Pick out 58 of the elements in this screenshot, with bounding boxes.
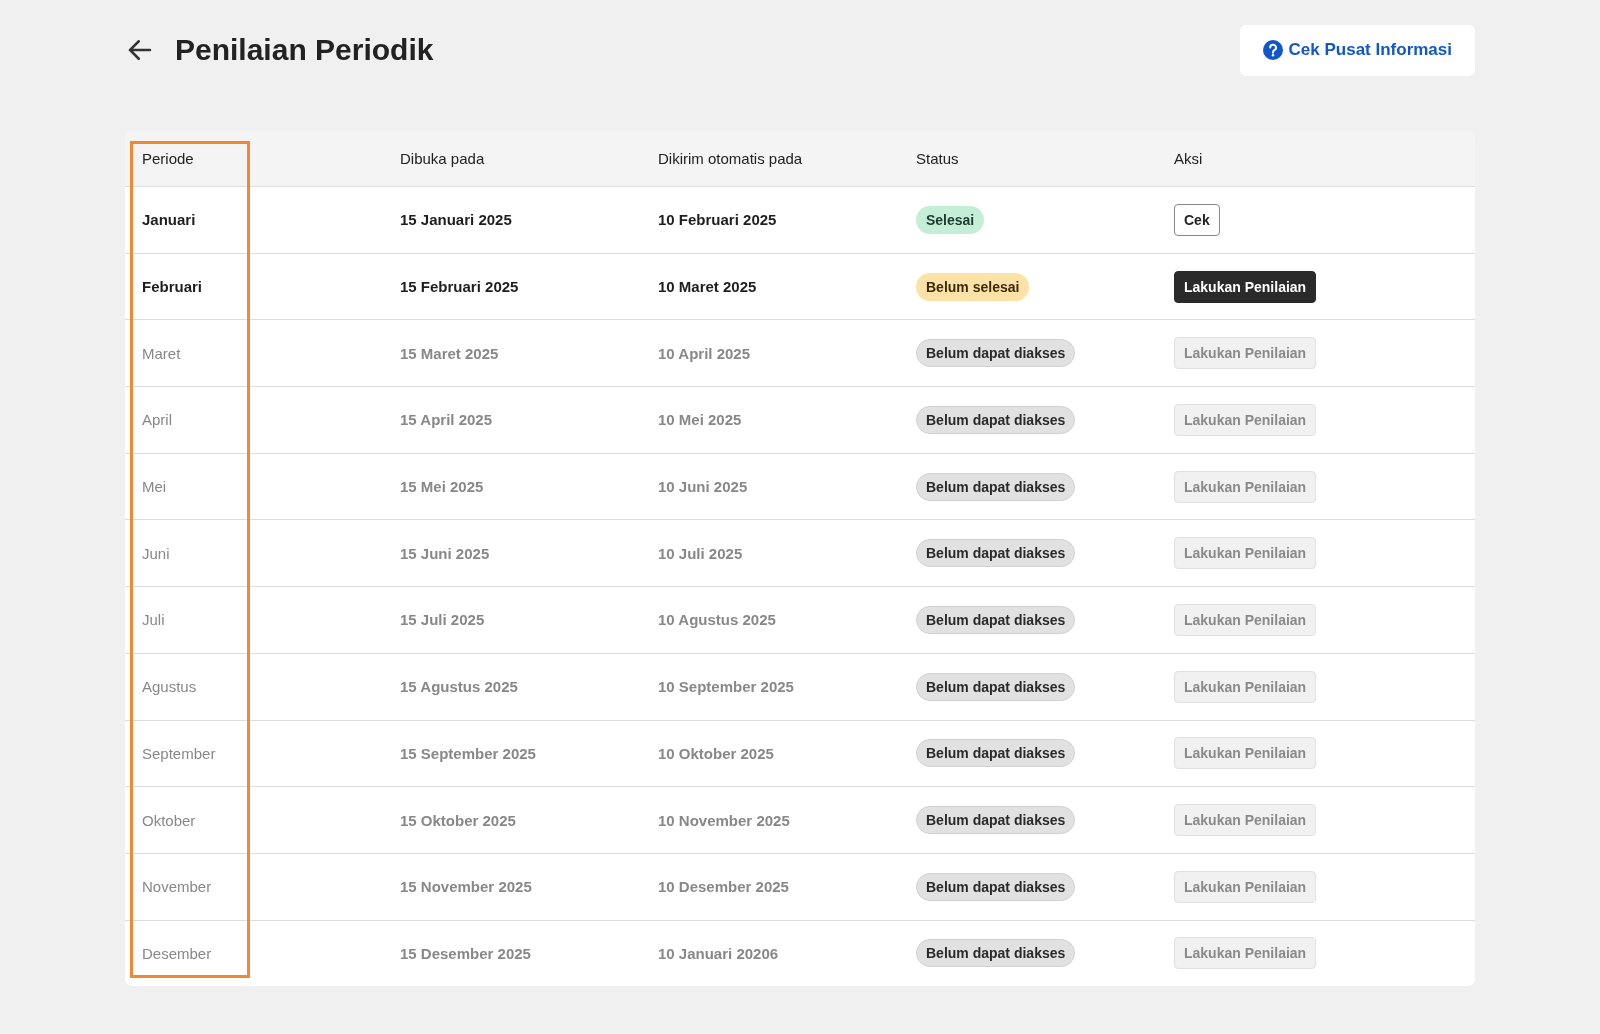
status-badge: Belum selesai <box>916 272 1030 301</box>
period-cell-text: Januari <box>142 211 197 229</box>
period-cell-text: Februari <box>142 278 203 296</box>
date-cell-text: 15 Juli 2025 <box>400 611 486 629</box>
period-cell-text: November <box>142 878 213 896</box>
date-cell-text: 15 Mei 2025 <box>400 478 485 496</box>
date-cell-text: 10 Agustus 2025 <box>658 611 777 629</box>
date-cell-text: 15 November 2025 <box>400 878 533 896</box>
check-button[interactable]: Cek <box>1174 203 1220 236</box>
date-cell-text: 15 Juni 2025 <box>400 544 491 562</box>
period-cell-text: September <box>142 744 217 762</box>
date-cell-text: 15 April 2025 <box>400 411 493 429</box>
status-badge: Belum dapat diakses <box>916 872 1076 901</box>
date-cell-text: 10 September 2025 <box>658 678 795 696</box>
date-cell-text: 15 September 2025 <box>400 744 537 762</box>
status-badge: Belum dapat diakses <box>916 339 1076 368</box>
date-cell-text: 15 Agustus 2025 <box>400 678 519 696</box>
period-cell-text: Agustus <box>142 678 198 696</box>
help-icon <box>1262 40 1283 60</box>
date-cell-text: 15 Oktober 2025 <box>400 811 517 829</box>
status-badge: Belum dapat diakses <box>916 806 1076 835</box>
date-cell-text: 10 Juli 2025 <box>658 544 744 562</box>
status-badge: Selesai <box>916 205 985 234</box>
date-cell-text: 15 Desember 2025 <box>400 944 532 962</box>
date-cell-text: 15 Februari 2025 <box>400 278 520 296</box>
status-badge: Belum dapat diakses <box>916 539 1076 568</box>
date-cell-text: 10 April 2025 <box>658 344 751 362</box>
date-cell-text: 10 Maret 2025 <box>658 278 758 296</box>
page-title: Penilaian Periodik <box>175 33 434 67</box>
date-cell-text: 10 Juni 2025 <box>658 478 749 496</box>
help-center-button[interactable]: Cek Pusat Informasi <box>1239 24 1475 76</box>
status-badge: Belum dapat diakses <box>916 472 1076 501</box>
date-cell-text: 10 Mei 2025 <box>658 411 743 429</box>
date-cell-text: 10 November 2025 <box>658 811 791 829</box>
date-cell-text: 15 Januari 2025 <box>400 211 513 229</box>
status-badge: Belum dapat diakses <box>916 672 1076 701</box>
period-cell-text: Juli <box>142 611 166 629</box>
period-cell-text: Juni <box>142 544 171 562</box>
status-badge: Belum dapat diakses <box>916 739 1076 768</box>
period-cell-text: Mei <box>142 478 168 496</box>
status-badge: Belum dapat diakses <box>916 939 1076 968</box>
column-header: Periode <box>142 149 195 167</box>
period-cell-text: Maret <box>142 344 182 362</box>
assess-button[interactable]: Lakukan Penilaian <box>1174 270 1317 303</box>
status-badge: Belum dapat diakses <box>916 605 1076 634</box>
date-cell-text: 10 Oktober 2025 <box>658 744 775 762</box>
date-cell-text: 10 Januari 20206 <box>658 944 780 962</box>
column-header: Dikirim otomatis pada <box>658 149 804 167</box>
column-header: Aksi <box>1174 149 1204 167</box>
column-header: Status <box>916 149 960 167</box>
period-cell-text: Desember <box>142 944 213 962</box>
status-badge: Belum dapat diakses <box>916 405 1076 434</box>
date-cell-text: 10 Februari 2025 <box>658 211 778 229</box>
period-cell-text: April <box>142 411 173 429</box>
date-cell-text: 10 Desember 2025 <box>658 878 790 896</box>
column-header: Dibuka pada <box>400 149 486 167</box>
period-cell-text: Oktober <box>142 811 197 829</box>
date-cell-text: 15 Maret 2025 <box>400 344 500 362</box>
